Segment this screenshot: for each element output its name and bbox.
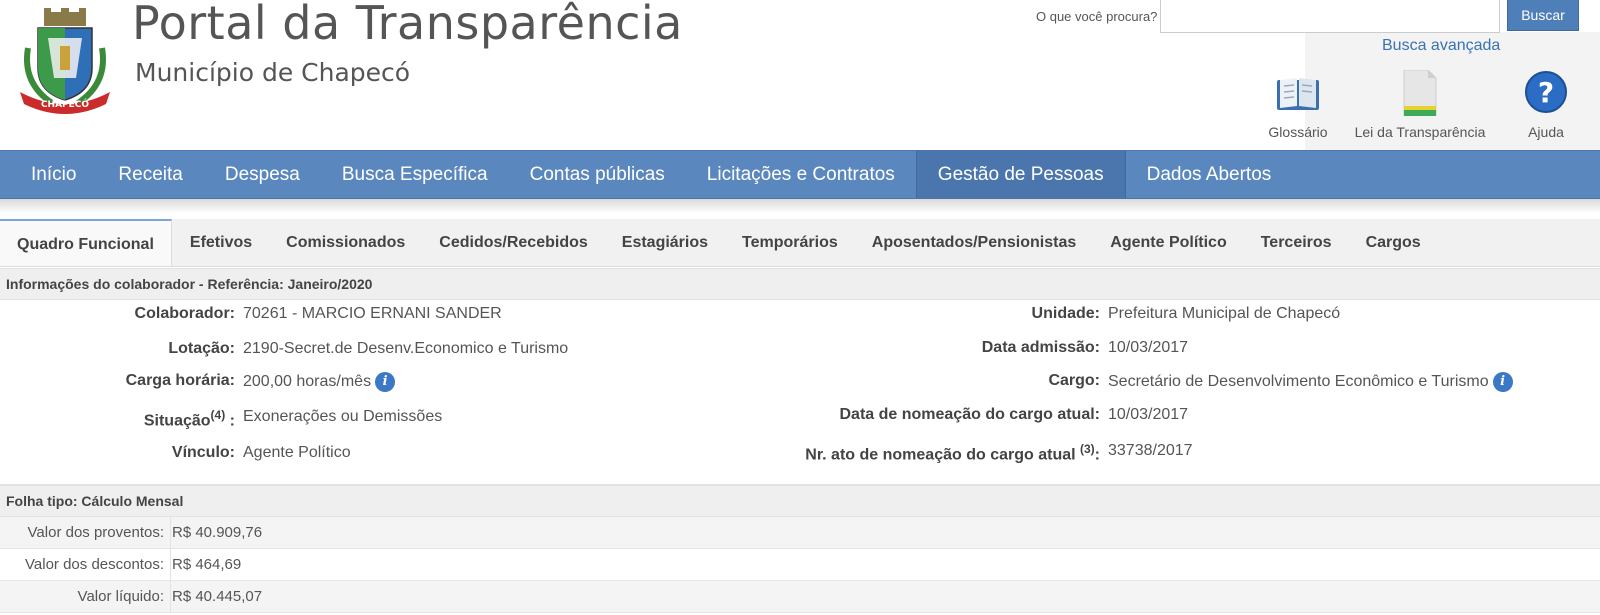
info-row-ato-nomeacao: Nr. ato de nomeação do cargo atual (3): … [0, 442, 1600, 466]
ato-nomeacao-label: Nr. ato de nomeação do cargo atual [805, 446, 1080, 464]
liquido-value: R$ 40.445,07 [170, 581, 262, 612]
nav-item-dados-abertos[interactable]: Dados Abertos [1126, 151, 1293, 198]
nav-shadow [0, 199, 1600, 213]
nav-item-licitacoes-contratos[interactable]: Licitações e Contratos [686, 151, 916, 198]
svg-text:?: ? [1538, 76, 1554, 109]
tab-cedidos-recebidos[interactable]: Cedidos/Recebidos [422, 219, 604, 266]
ato-nomeacao-value: 33738/2017 [1108, 442, 1193, 459]
logo-ribbon-text: CHAPECÓ [41, 98, 89, 110]
header: CHAPECÓ Portal da Transparência Municípi… [0, 0, 1600, 150]
unidade-label: Unidade: [1031, 305, 1100, 322]
document-icon [1403, 70, 1437, 116]
help-link[interactable]: ? Ajuda [1516, 70, 1576, 140]
employee-info-header: Informações do colaborador - Referência:… [0, 268, 1600, 300]
employee-info-panel: Colaborador: 70261 - MARCIO ERNANI SANDE… [0, 300, 1600, 485]
nav-item-inicio[interactable]: Início [10, 151, 97, 198]
info-row-data-nomeacao: Data de nomeação do cargo atual: 10/03/2… [0, 406, 1600, 430]
tab-comissionados[interactable]: Comissionados [269, 219, 422, 266]
data-admissao-value: 10/03/2017 [1108, 339, 1189, 356]
liquido-label: Valor líquido: [77, 588, 164, 605]
info-row-data-admissao: Data admissão: 10/03/2017 [0, 339, 1600, 363]
nav-item-receita[interactable]: Receita [97, 151, 203, 198]
payroll-header: Folha tipo: Cálculo Mensal [0, 485, 1600, 517]
advanced-search-link[interactable]: Busca avançada [1382, 37, 1500, 55]
help-label: Ajuda [1528, 124, 1564, 140]
cargo-value-wrap: Secretário de Desenvolvimento Econômico … [1108, 372, 1513, 392]
data-nomeacao-label: Data de nomeação do cargo atual: [839, 406, 1100, 423]
glossary-link[interactable]: Glossário [1262, 70, 1334, 140]
search-button[interactable]: Buscar [1507, 0, 1579, 31]
tab-terceiros[interactable]: Terceiros [1244, 219, 1349, 266]
book-icon [1277, 78, 1319, 110]
search-label: O que você procura? [1036, 9, 1158, 24]
tab-quadro-funcional[interactable]: Quadro Funcional [0, 219, 172, 266]
data-admissao-label: Data admissão: [981, 339, 1100, 356]
data-nomeacao-value: 10/03/2017 [1108, 406, 1189, 423]
ato-nomeacao-footnote: (3) [1080, 442, 1095, 456]
tab-aposentados-pensionistas[interactable]: Aposentados/Pensionistas [855, 219, 1094, 266]
nav-item-despesa[interactable]: Despesa [204, 151, 321, 198]
ato-nomeacao-label-suffix: : [1094, 446, 1100, 464]
payroll-row-proventos: Valor dos proventos: R$ 40.909,76 [0, 517, 1600, 549]
ato-nomeacao-label-wrap: Nr. ato de nomeação do cargo atual (3): [805, 442, 1100, 464]
tab-agente-politico[interactable]: Agente Político [1093, 219, 1243, 266]
nav-item-gestao-pessoas[interactable]: Gestão de Pessoas [915, 151, 1126, 198]
info-icon[interactable]: i [1492, 372, 1513, 392]
payroll-row-descontos: Valor dos descontos: R$ 464,69 [0, 549, 1600, 581]
proventos-label: Valor dos proventos: [27, 524, 164, 541]
nav-item-busca-especifica[interactable]: Busca Específica [321, 151, 509, 198]
main-navigation: Início Receita Despesa Busca Específica … [0, 150, 1600, 199]
search-input[interactable] [1160, 0, 1500, 33]
tab-estagiarios[interactable]: Estagiários [605, 219, 725, 266]
cargo-value: Secretário de Desenvolvimento Econômico … [1108, 373, 1489, 391]
portal-subtitle: Município de Chapecó [135, 58, 411, 87]
unidade-value: Prefeitura Municipal de Chapecó [1108, 305, 1341, 322]
glossary-label: Glossário [1268, 124, 1328, 140]
payroll-row-liquido: Valor líquido: R$ 40.445,07 [0, 581, 1600, 613]
tab-efetivos[interactable]: Efetivos [173, 219, 269, 266]
tab-cargos[interactable]: Cargos [1349, 219, 1438, 266]
proventos-value: R$ 40.909,76 [170, 517, 262, 548]
city-coat-of-arms-logo[interactable]: CHAPECÓ [14, 8, 116, 116]
info-row-cargo: Cargo: Secretário de Desenvolvimento Eco… [0, 372, 1600, 396]
portal-title[interactable]: Portal da Transparência [132, 0, 683, 50]
info-row-unidade: Unidade: Prefeitura Municipal de Chapecó [0, 305, 1600, 329]
sub-tabs: Quadro Funcional Efetivos Comissionados … [0, 219, 1600, 267]
transparency-law-label: Lei da Transparência [1354, 124, 1486, 140]
descontos-label: Valor dos descontos: [25, 556, 164, 573]
cargo-label: Cargo: [1048, 372, 1100, 389]
transparency-law-link[interactable]: Lei da Transparência [1345, 70, 1495, 140]
nav-item-contas-publicas[interactable]: Contas públicas [509, 151, 686, 198]
help-icon: ? [1525, 71, 1567, 113]
tab-temporarios[interactable]: Temporários [725, 219, 855, 266]
descontos-value: R$ 464,69 [170, 549, 241, 580]
